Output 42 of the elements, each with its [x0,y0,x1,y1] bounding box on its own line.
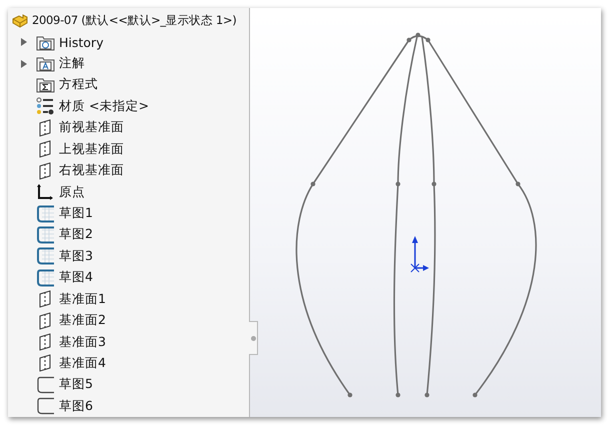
sketch-icon [36,247,54,266]
plane-icon [39,118,51,137]
tree-item[interactable]: 草图2 [59,226,93,244]
tree-item[interactable]: 方程式 [59,76,98,94]
plane-icon [39,333,51,352]
origin-icon [36,183,54,202]
tree-item[interactable]: History [59,34,104,50]
tree-item[interactable]: 材质 <未指定> [59,98,149,115]
history-folder-icon [36,34,54,51]
tree-item[interactable]: 草图3 [59,248,93,265]
sketch-icon [36,376,54,394]
tree-item[interactable]: 基准面4 [59,354,106,372]
part-icon [11,12,29,29]
sketch-icon [36,226,54,244]
plane-icon [39,140,51,158]
tree-item[interactable]: 基准面1 [59,290,106,308]
equation-folder-icon [36,76,54,94]
part-name[interactable]: 2009-07 (默认<<默认>_显示状态 1>) [32,13,236,28]
panel-collapse-handle[interactable] [249,321,258,355]
plane-icon [39,312,51,330]
plane-icon [39,354,51,372]
annotation-folder-icon [36,55,54,72]
sketch-icon [36,268,54,287]
tree-item[interactable]: 右视基准面 [59,162,124,180]
sketch-icon [36,204,54,222]
plane-icon [39,162,51,180]
axis-triad-icon [410,236,429,272]
tree-item[interactable]: 上视基准面 [59,140,124,158]
sketch-icon [36,397,54,416]
tree-item[interactable]: 前视基准面 [59,119,124,136]
plane-icon [39,290,51,308]
tree-item[interactable]: 草图1 [59,205,93,222]
expand-arrow-icon[interactable] [21,60,27,68]
tree-item[interactable]: 注解 [59,55,85,72]
tree-item[interactable]: 原点 [59,184,85,201]
tree-item[interactable]: 基准面2 [59,312,106,330]
expand-arrow-icon[interactable] [21,38,27,46]
tree-item[interactable]: 基准面3 [59,334,106,351]
material-icon [36,97,54,116]
tree-item[interactable]: 草图5 [59,376,93,394]
tree-item[interactable]: 草图4 [59,269,93,286]
tree-item[interactable]: 草图6 [59,398,93,415]
